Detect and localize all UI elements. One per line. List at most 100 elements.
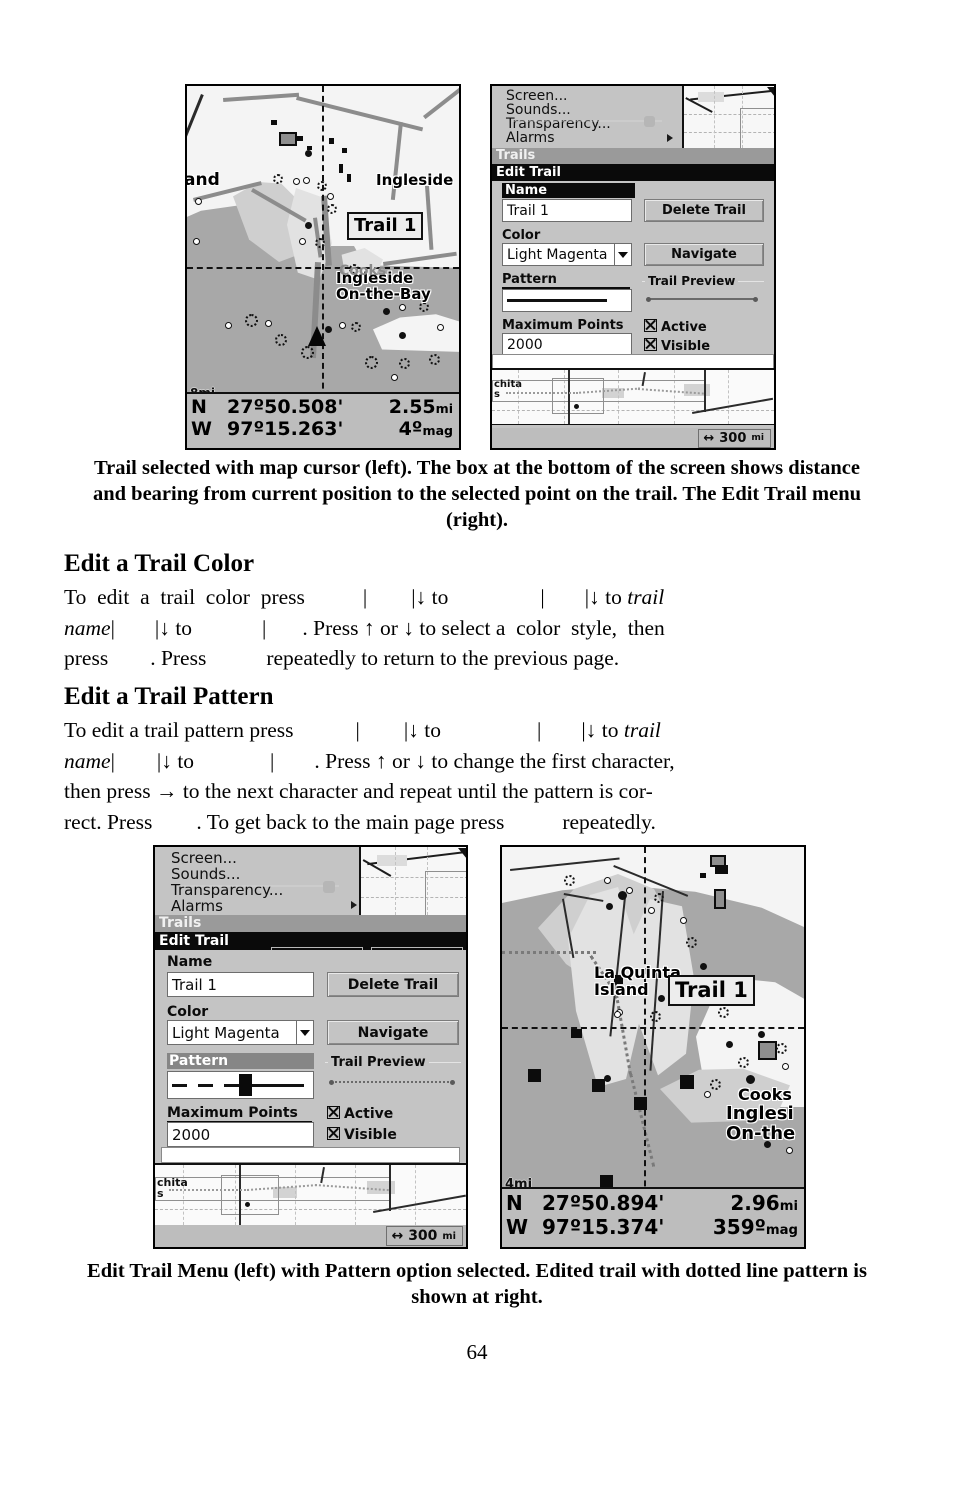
buoy-dotted [315,238,325,248]
body-text: | [540,585,545,609]
name-input[interactable]: Trail 1 [167,972,314,997]
islet [339,164,343,173]
bearing-value: 4ºmag [398,418,453,440]
color-select[interactable]: Light Magenta [167,1020,314,1045]
name-field-label: Name [502,183,635,198]
status-row-longitude: W 97º15.263' 4ºmag [191,418,453,440]
body-text: press [64,646,109,671]
buoy-open [299,238,306,245]
max-points-input[interactable]: 2000 [167,1122,314,1147]
chevron-down-icon[interactable] [296,1021,313,1044]
map-status-bar: N 27º50.894' 2.96mi W 97º15.374' 359ºmag [502,1187,804,1247]
bg-highway-shield-icon [644,116,655,127]
body-text: . Press [150,646,207,671]
buoy-dotted [399,358,410,369]
trail-preview-knob-right [753,296,758,302]
body-line: then press → to the next character and r… [64,776,888,807]
waypoint-square [592,1079,605,1092]
color-select-value: Light Magenta [507,246,608,263]
buoy-filled [726,1041,733,1048]
name-input[interactable]: Trail 1 [502,199,632,222]
max-points-input[interactable]: 2000 [502,333,632,356]
buoy-open [391,374,398,381]
mini-map-gridline [714,86,715,148]
menu-title-trails: Trails [492,148,774,164]
waypoint-square [680,1075,694,1089]
waypoint-square [571,1029,582,1038]
color-select[interactable]: Light Magenta [502,243,632,266]
map-label-cooks: Cooks [339,263,387,279]
latitude-hemisphere: N [191,396,207,418]
chevron-down-icon[interactable] [614,244,631,265]
delete-trail-button[interactable]: Delete Trail [644,199,764,222]
body-text: |↓ to [156,748,195,773]
navigate-button[interactable]: Navigate [644,243,764,266]
overview-road [239,1165,241,1225]
overview-scale-bar: ↔ 300 mi [155,1225,466,1247]
bearing-unit: mag [422,423,453,438]
active-checkbox[interactable]: Active [644,319,707,335]
buoy-dotted [273,174,283,184]
overview-gridline [728,370,729,424]
name-input-value: Trail 1 [507,202,549,219]
delete-trail-button[interactable]: Delete Trail [327,972,459,997]
trail-preview-knob-left [329,1080,334,1085]
visible-checkbox[interactable]: Visible [644,338,710,354]
latitude-value: 27º50.508' [227,396,344,418]
edit-field-strip [492,354,774,369]
scale-value: 300 [408,1228,438,1244]
pattern-input[interactable] [502,289,632,312]
overview-map-strip: chita s [492,368,774,425]
pattern-dash [172,1083,187,1087]
distance-unit: mi [435,401,453,416]
buoy-open [786,1147,793,1154]
body-line: name| |↓ to |. Press ↑ or ↓ to select a co… [64,613,888,644]
islet [342,148,347,153]
color-field-label: Color [167,1004,209,1020]
islet [347,174,351,182]
pattern-input[interactable] [167,1071,314,1099]
edit-trail-menu-screen-pattern-selected: Screen... Sounds... Transparency... Alar… [155,847,466,1247]
overview-map-strip: chita s [155,1163,466,1226]
section-heading-edit-a-trail-pattern: Edit a Trail Pattern [64,683,274,710]
mini-map-viewport-box [425,871,466,915]
buoy-open [680,917,687,924]
longitude-hemisphere: W [191,418,212,440]
active-checkbox[interactable]: Active [327,1106,393,1122]
body-text: | [262,615,267,640]
edit-trail-dialog: Name Trail 1 Delete Trail Color Light Ma… [492,181,774,356]
distance-value: 2.55mi [388,396,453,418]
body-text: |↓ to [584,585,628,609]
buoy-open [195,198,202,205]
edited-trail-dotted-upper [502,951,596,954]
buoy-dotted [419,302,429,312]
menu-item-alarms[interactable]: Alarms [506,130,555,146]
longitude-value: 97º15.374' [542,1215,665,1239]
navigate-button[interactable]: Navigate [327,1020,459,1045]
pattern-edit-cursor [239,1074,252,1096]
waypoint-square-outlined [758,1041,777,1060]
bg-map-road-faint [179,885,339,887]
body-text: . To get back to the main page press [196,809,505,834]
map-screen-edited-trail: La Quinta Island Cooks Inglesi On-the Tra… [502,847,804,1247]
buoy-filled [606,903,613,910]
status-row-latitude: N 27º50.508' 2.55mi [191,396,453,418]
mini-map-cursor-icon [458,848,466,859]
overview-gridline [155,1209,466,1210]
overview-city-label: chita s [157,1176,188,1200]
overview-gridline [415,1165,416,1225]
body-line: To edit a trail pattern press | |↓ to | |↓ t… [64,715,888,746]
buoy-dotted [317,181,327,191]
buoy-open [604,877,611,884]
body-text: | [110,748,115,773]
color-field-label: Color [502,228,541,243]
scale-arrows-icon: ↔ [391,1228,404,1244]
buoy-filled [305,222,312,229]
status-row-latitude: N 27º50.894' 2.96mi [506,1191,798,1215]
islet [271,120,277,125]
buoy-open [265,320,272,327]
visible-checkbox[interactable]: Visible [327,1127,397,1143]
menu-item-alarms[interactable]: Alarms [171,897,223,915]
buoy-dotted [365,356,378,369]
mini-map-inset [682,86,774,150]
